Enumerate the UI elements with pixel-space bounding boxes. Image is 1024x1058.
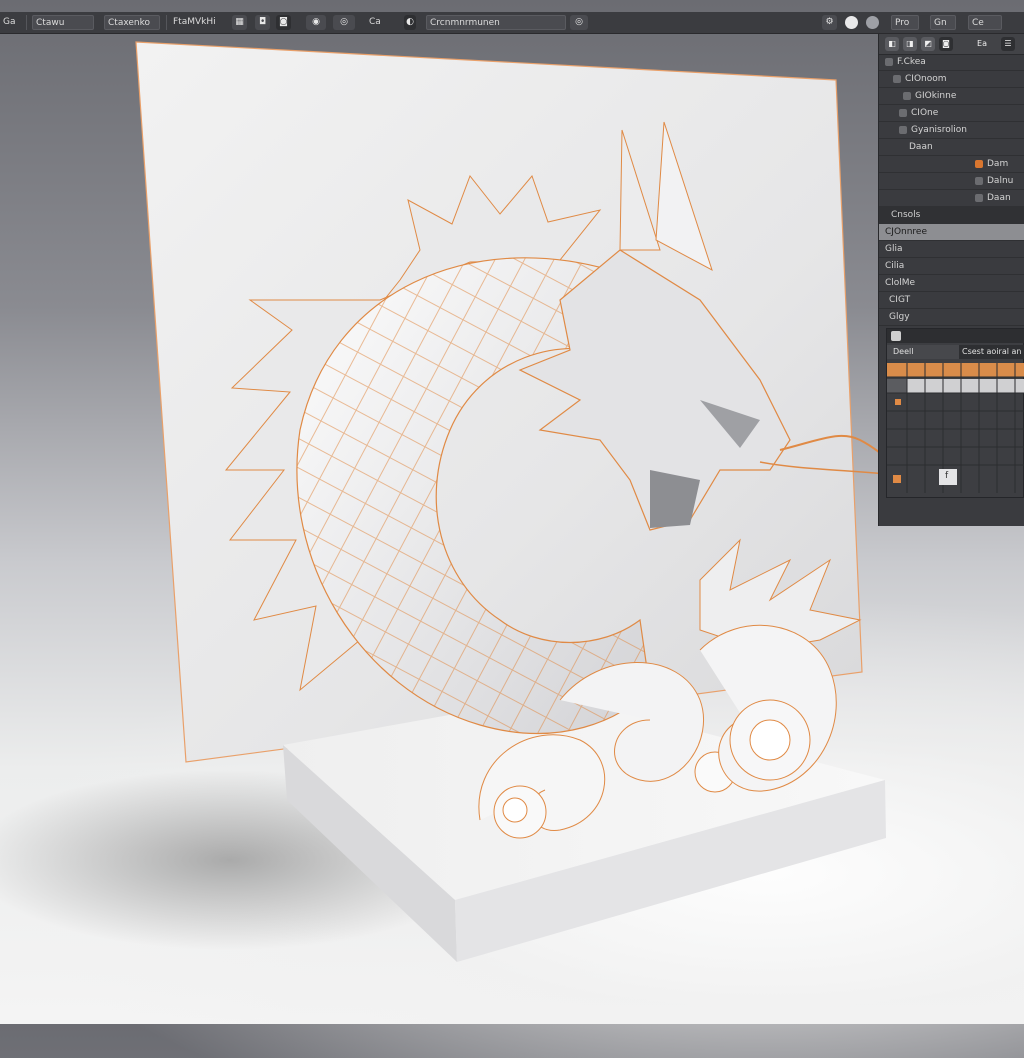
outliner-row[interactable]: Daan [879,190,1024,207]
timeline-header [887,329,1024,343]
outliner-row[interactable]: Glgy [879,309,1024,326]
outliner-row[interactable]: Cilia [879,258,1024,275]
view-icon[interactable]: ◨ [903,37,917,51]
outliner-row[interactable]: CIGT [879,292,1024,309]
timeline-menu-icon[interactable] [891,331,901,341]
mesh-icon [899,108,907,117]
outliner-row[interactable]: Gyanisrolion [879,122,1024,139]
timeline-panel: Deell Csest aoiral an f [886,328,1024,498]
outliner-row[interactable]: Daan [879,139,1024,156]
timeline-marker[interactable]: f [945,471,948,481]
material-icon [975,176,983,185]
material-icon [975,159,983,168]
outliner-row[interactable]: Dalnu [879,173,1024,190]
outliner-row[interactable]: Glia [879,241,1024,258]
timeline-row-label: Deell [893,347,914,356]
camera-icon[interactable]: ◙ [939,37,953,51]
filter-icon[interactable]: ◧ [885,37,899,51]
mesh-icon [899,125,907,134]
outliner-row[interactable]: CIOnoom [879,71,1024,88]
outliner-row[interactable]: GIOkinne [879,88,1024,105]
timeline-grid[interactable] [887,363,1024,493]
outliner-header-label: Ea [977,39,987,48]
timeline-toolbar: Deell Csest aoiral an [887,345,1024,359]
outliner-section-label: Cnsols [879,206,1024,224]
object-icon [893,74,901,83]
collection-icon [885,57,893,66]
timeline-label: Csest aoiral an [959,345,1024,359]
outliner-row[interactable]: F.Ckea [879,54,1024,71]
dragon-sculpture-scene [0,41,941,962]
outliner-header: ◧ ◨ ◩ ◙ Ea ☰ [879,34,1024,55]
outliner-row[interactable]: CIOne [879,105,1024,122]
menu-icon[interactable]: ☰ [1001,37,1015,51]
restrict-icon[interactable]: ◩ [921,37,935,51]
outliner-row[interactable]: Dam [879,156,1024,173]
outliner-row-active[interactable]: CJOnnree [879,224,1024,241]
material-icon [975,193,983,202]
outliner-row[interactable]: ClolMe [879,275,1024,292]
object-icon [903,91,911,100]
